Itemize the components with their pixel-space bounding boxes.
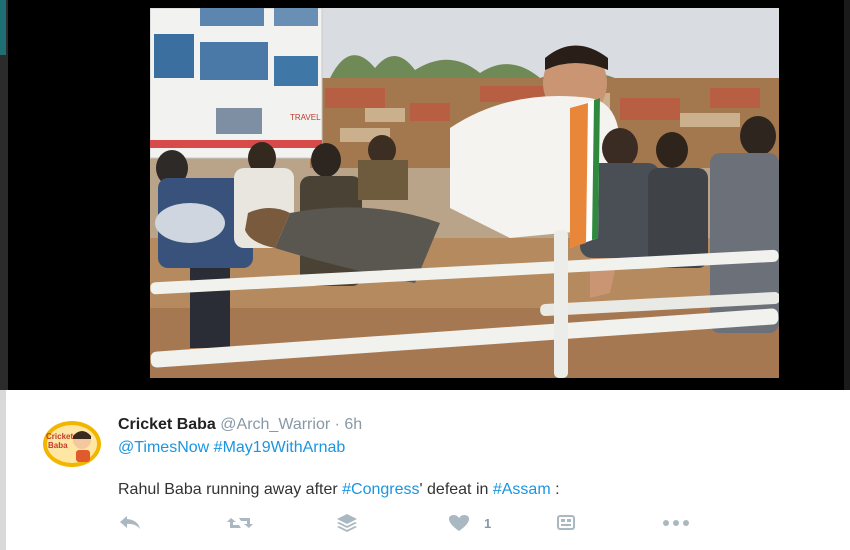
like-count: 1 — [484, 515, 492, 531]
hashtag-congress[interactable]: #Congress — [342, 481, 419, 498]
image-icon — [557, 515, 575, 530]
stack-button[interactable] — [336, 512, 358, 534]
tweet-media-container: TRAVEL — [0, 0, 850, 390]
left-edge-accent — [0, 0, 6, 55]
tweet-text: Rahul Baba running away after #Congress'… — [118, 481, 560, 499]
tweet-timestamp[interactable]: 6h — [344, 416, 362, 433]
mention-timesnow[interactable]: @TimesNow — [118, 439, 209, 456]
poster-text: TRAVEL — [290, 113, 321, 122]
right-edge — [844, 0, 850, 390]
hashtag-may19witharnab[interactable]: #May19WithArnab — [214, 439, 346, 456]
more-button[interactable] — [662, 512, 690, 534]
tweet-text-part2: ' defeat in — [419, 481, 493, 498]
like-button[interactable]: 1 — [448, 512, 491, 534]
left-edge — [0, 0, 8, 390]
hashtag-assam[interactable]: #Assam — [493, 481, 551, 498]
photo-illustration: TRAVEL — [150, 8, 779, 378]
media-button[interactable] — [556, 512, 576, 534]
layers-icon — [337, 514, 357, 532]
avatar-image: Cricket Baba — [43, 421, 101, 467]
separator-dot: · — [334, 416, 340, 433]
tweet-actions: 1 — [118, 512, 718, 534]
retweet-icon — [227, 518, 253, 528]
tweet-text-part1: Rahul Baba running away after — [118, 481, 343, 498]
tweet-photo[interactable]: TRAVEL — [150, 8, 779, 378]
more-icon — [663, 520, 689, 526]
tweet-header: Cricket Baba @Arch_Warrior · 6h — [118, 416, 362, 434]
reply-icon — [120, 516, 140, 529]
reply-button[interactable] — [118, 512, 142, 534]
retweet-button[interactable] — [226, 512, 254, 534]
tweet-text-part3: : — [550, 481, 560, 498]
heart-icon — [449, 515, 469, 531]
display-name[interactable]: Cricket Baba — [118, 416, 216, 433]
user-handle[interactable]: @Arch_Warrior — [220, 416, 330, 433]
user-avatar[interactable]: Cricket Baba — [42, 420, 102, 468]
tweet-card[interactable]: Cricket Baba Cricket Baba @Arch_Warrior … — [0, 390, 850, 550]
avatar-text-line2: Baba — [48, 441, 68, 450]
avatar-text-line1: Cricket — [46, 432, 73, 441]
tweet-mentions: @TimesNow #May19WithArnab — [118, 439, 345, 457]
